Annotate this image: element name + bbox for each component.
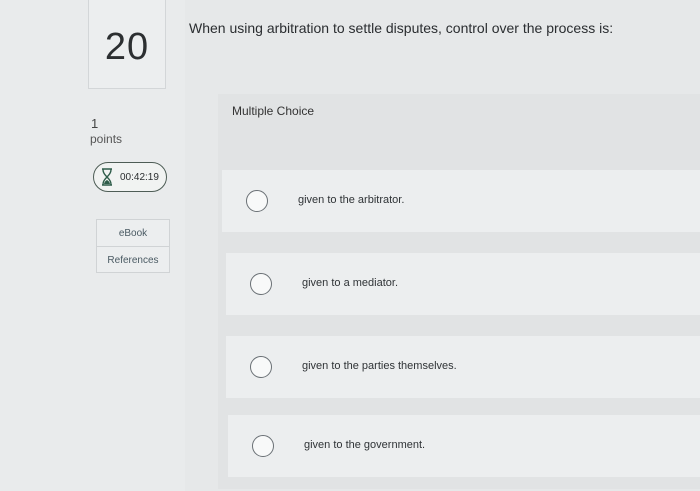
question-number-box: 20 — [88, 0, 166, 89]
answer-choice-label: given to a mediator. — [302, 277, 399, 289]
timer-value: 00:42:19 — [120, 171, 159, 183]
resources-panel: eBook References — [96, 219, 170, 273]
timer-badge[interactable]: 00:42:19 — [93, 162, 167, 192]
question-type-label: Multiple Choice — [232, 104, 315, 118]
references-link[interactable]: References — [97, 246, 169, 273]
ebook-link[interactable]: eBook — [97, 220, 169, 246]
radio-button-icon[interactable] — [250, 273, 272, 295]
answer-choice-3[interactable]: given to the parties themselves. — [226, 336, 700, 398]
answer-choice-1[interactable]: given to the arbitrator. — [222, 170, 700, 232]
hourglass-icon — [102, 168, 112, 186]
answer-choice-label: given to the government. — [304, 439, 426, 451]
answer-choice-2[interactable]: given to a mediator. — [226, 253, 700, 315]
answer-choice-4[interactable]: given to the government. — [228, 415, 700, 477]
answer-choice-label: given to the parties themselves. — [302, 360, 457, 372]
radio-button-icon[interactable] — [250, 356, 272, 378]
question-number: 20 — [104, 25, 150, 68]
radio-button-icon[interactable] — [246, 190, 268, 212]
points-value: 1 — [91, 116, 99, 131]
points-label: points — [90, 132, 123, 146]
answer-choice-label: given to the arbitrator. — [298, 194, 405, 206]
question-text: When using arbitration to settle dispute… — [189, 20, 614, 36]
radio-button-icon[interactable] — [252, 435, 274, 457]
